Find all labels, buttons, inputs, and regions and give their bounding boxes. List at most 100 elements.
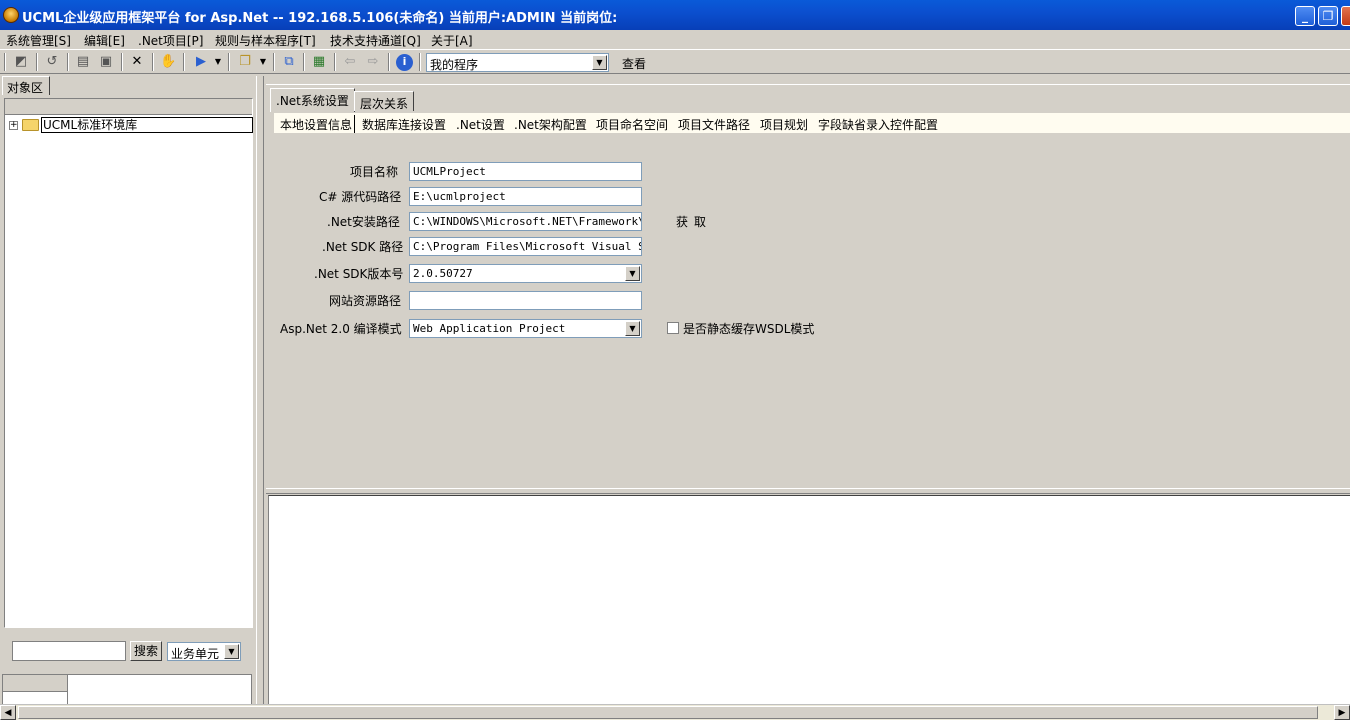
output-pane[interactable] bbox=[268, 495, 1350, 706]
compile-mode-label: Asp.Net 2.0 编译模式 bbox=[280, 322, 402, 336]
scroll-left-icon[interactable]: ◀ bbox=[0, 705, 16, 720]
csharp-path-value: E:\ucmlproject bbox=[413, 190, 506, 203]
close-button[interactable] bbox=[1341, 6, 1350, 26]
scrollbar-thumb[interactable] bbox=[18, 706, 1318, 719]
minimize-button[interactable]: _ bbox=[1295, 6, 1315, 26]
toolbar-separator bbox=[152, 53, 154, 71]
save-icon[interactable]: ◩ bbox=[13, 54, 29, 70]
toolbar-separator bbox=[67, 53, 69, 71]
menu-bar: 系统管理[S] 编辑[E] .Net项目[P] 规则与样本程序[T] 技术支持通… bbox=[0, 30, 1350, 48]
chevron-down-icon[interactable]: ▼ bbox=[625, 321, 640, 336]
subtab-net-settings[interactable]: .Net设置 bbox=[454, 115, 507, 133]
refresh-icon[interactable]: ↺ bbox=[44, 54, 60, 70]
run-icon[interactable]: ▶ bbox=[193, 54, 209, 70]
subtab-field-default-controls[interactable]: 字段缺省录入控件配置 bbox=[816, 115, 940, 133]
menu-support[interactable]: 技术支持通道[Q] bbox=[330, 32, 421, 49]
wsdl-cache-checkbox[interactable] bbox=[667, 322, 679, 334]
app-logo-icon bbox=[3, 7, 19, 23]
toolbar: ◩ ↺ ▤ ▣ ✕ ✋ ▶ ▼ ❐ ▼ ⧉ ▦ ⇦ ⇨ i 我的程序 ▼ 查看 bbox=[0, 49, 1350, 74]
expand-icon[interactable]: + bbox=[9, 121, 18, 130]
info-icon[interactable]: i bbox=[396, 54, 413, 71]
document-icon[interactable]: ▦ bbox=[311, 54, 327, 70]
search-button[interactable]: 搜索 bbox=[130, 641, 162, 661]
net-install-path-input[interactable]: C:\WINDOWS\Microsoft.NET\Framework\v2. bbox=[409, 212, 642, 231]
tab-hierarchy[interactable]: 层次关系 bbox=[354, 91, 415, 111]
subtab-net-architecture[interactable]: .Net架构配置 bbox=[512, 115, 589, 133]
site-resource-path-label: 网站资源路径 bbox=[329, 294, 402, 308]
move-up-icon[interactable]: ▤ bbox=[75, 54, 91, 70]
tree-node-root[interactable]: + UCML标准环境库 bbox=[9, 117, 253, 133]
tab-object-area[interactable]: 对象区 bbox=[2, 76, 50, 95]
maximize-button[interactable]: ❐ bbox=[1318, 6, 1338, 26]
tree-node-label[interactable]: UCML标准环境库 bbox=[41, 117, 253, 133]
horizontal-splitter[interactable] bbox=[266, 488, 1350, 494]
settings-subtabs: 本地设置信息 数据库连接设置 .Net设置 .Net架构配置 项目命名空间 项目… bbox=[274, 113, 1350, 133]
net-install-path-label: .Net安装路径 bbox=[327, 215, 400, 229]
toolbar-separator bbox=[273, 53, 275, 71]
scroll-right-icon[interactable]: ▶ bbox=[1334, 705, 1350, 720]
net-sdk-path-input[interactable]: C:\Program Files\Microsoft Visual Stud bbox=[409, 237, 642, 256]
program-combo-value: 我的程序 bbox=[430, 58, 479, 72]
toolbar-separator bbox=[4, 53, 6, 71]
menu-net-project[interactable]: .Net项目[P] bbox=[138, 32, 203, 49]
csharp-path-label: C# 源代码路径 bbox=[319, 190, 402, 204]
toolbar-separator bbox=[334, 53, 336, 71]
compile-mode-select[interactable]: Web Application Project ▼ bbox=[409, 319, 642, 338]
menu-about[interactable]: 关于[A] bbox=[431, 32, 473, 49]
project-name-input[interactable]: UCMLProject bbox=[409, 162, 642, 181]
site-resource-path-input[interactable] bbox=[409, 291, 642, 310]
subtab-project-file-path[interactable]: 项目文件路径 bbox=[676, 115, 752, 133]
chevron-down-icon[interactable]: ▼ bbox=[625, 266, 640, 281]
net-install-path-value: C:\WINDOWS\Microsoft.NET\Framework\v2. bbox=[413, 215, 642, 228]
unit-type-value: 业务单元 bbox=[171, 647, 220, 661]
program-combo[interactable]: 我的程序 ▼ bbox=[426, 53, 609, 72]
subtab-project-planning[interactable]: 项目规划 bbox=[758, 115, 810, 133]
subtab-db-connection[interactable]: 数据库连接设置 bbox=[360, 115, 448, 133]
menu-system[interactable]: 系统管理[S] bbox=[6, 32, 71, 49]
forward-arrow-icon[interactable]: ⇨ bbox=[365, 54, 381, 70]
toolbar-separator bbox=[419, 53, 421, 71]
copy-icon[interactable]: ❐ bbox=[237, 54, 253, 70]
run-dropdown-icon[interactable]: ▼ bbox=[210, 54, 226, 70]
chevron-down-icon[interactable]: ▼ bbox=[224, 644, 239, 659]
title-bar: UCML企业级应用框架平台 for Asp.Net -- 192.168.5.1… bbox=[0, 0, 1350, 30]
move-down-icon[interactable]: ▣ bbox=[98, 54, 114, 70]
folder-icon bbox=[22, 119, 39, 131]
object-tree[interactable]: + UCML标准环境库 bbox=[4, 98, 253, 628]
fetch-button[interactable]: 获取 bbox=[676, 213, 712, 230]
menu-rules-samples[interactable]: 规则与样本程序[T] bbox=[215, 32, 316, 49]
toolbar-separator bbox=[388, 53, 390, 71]
net-sdk-version-label: .Net SDK版本号 bbox=[314, 267, 404, 281]
back-arrow-icon[interactable]: ⇦ bbox=[342, 54, 358, 70]
chevron-down-icon[interactable]: ▼ bbox=[592, 55, 607, 70]
vertical-splitter[interactable] bbox=[256, 76, 264, 706]
copy-dropdown-icon[interactable]: ▼ bbox=[255, 54, 271, 70]
deploy-icon[interactable]: ⧉ bbox=[281, 54, 297, 70]
search-input[interactable] bbox=[12, 641, 126, 661]
project-name-value: UCMLProject bbox=[413, 165, 486, 178]
view-button[interactable]: 查看 bbox=[622, 55, 646, 72]
toolbar-separator bbox=[36, 53, 38, 71]
subtab-project-namespace[interactable]: 项目命名空间 bbox=[594, 115, 670, 133]
net-sdk-version-select[interactable]: 2.0.50727 ▼ bbox=[409, 264, 642, 283]
net-sdk-path-value: C:\Program Files\Microsoft Visual Stud bbox=[413, 240, 642, 253]
toolbar-separator bbox=[183, 53, 185, 71]
toolbar-separator bbox=[228, 53, 230, 71]
delete-icon[interactable]: ✕ bbox=[129, 54, 145, 70]
compile-mode-value: Web Application Project bbox=[413, 322, 566, 335]
tree-header bbox=[5, 99, 252, 115]
project-name-label: 项目名称 bbox=[350, 165, 399, 179]
horizontal-scrollbar[interactable]: ◀ ▶ bbox=[0, 704, 1350, 720]
unit-type-select[interactable]: 业务单元 ▼ bbox=[167, 642, 241, 661]
net-sdk-path-label: .Net SDK 路径 bbox=[322, 240, 404, 254]
hand-icon[interactable]: ✋ bbox=[160, 54, 176, 70]
wsdl-cache-label: 是否静态缓存WSDL模式 bbox=[683, 322, 815, 336]
subtab-local-settings[interactable]: 本地设置信息 bbox=[278, 115, 356, 133]
tab-net-system-settings[interactable]: .Net系统设置 bbox=[270, 88, 355, 112]
toolbar-separator bbox=[121, 53, 123, 71]
menu-edit[interactable]: 编辑[E] bbox=[84, 32, 125, 49]
csharp-path-input[interactable]: E:\ucmlproject bbox=[409, 187, 642, 206]
window-title: UCML企业级应用框架平台 for Asp.Net -- 192.168.5.1… bbox=[22, 11, 618, 26]
unit-list[interactable] bbox=[2, 674, 252, 706]
unit-list-header[interactable] bbox=[3, 675, 68, 692]
